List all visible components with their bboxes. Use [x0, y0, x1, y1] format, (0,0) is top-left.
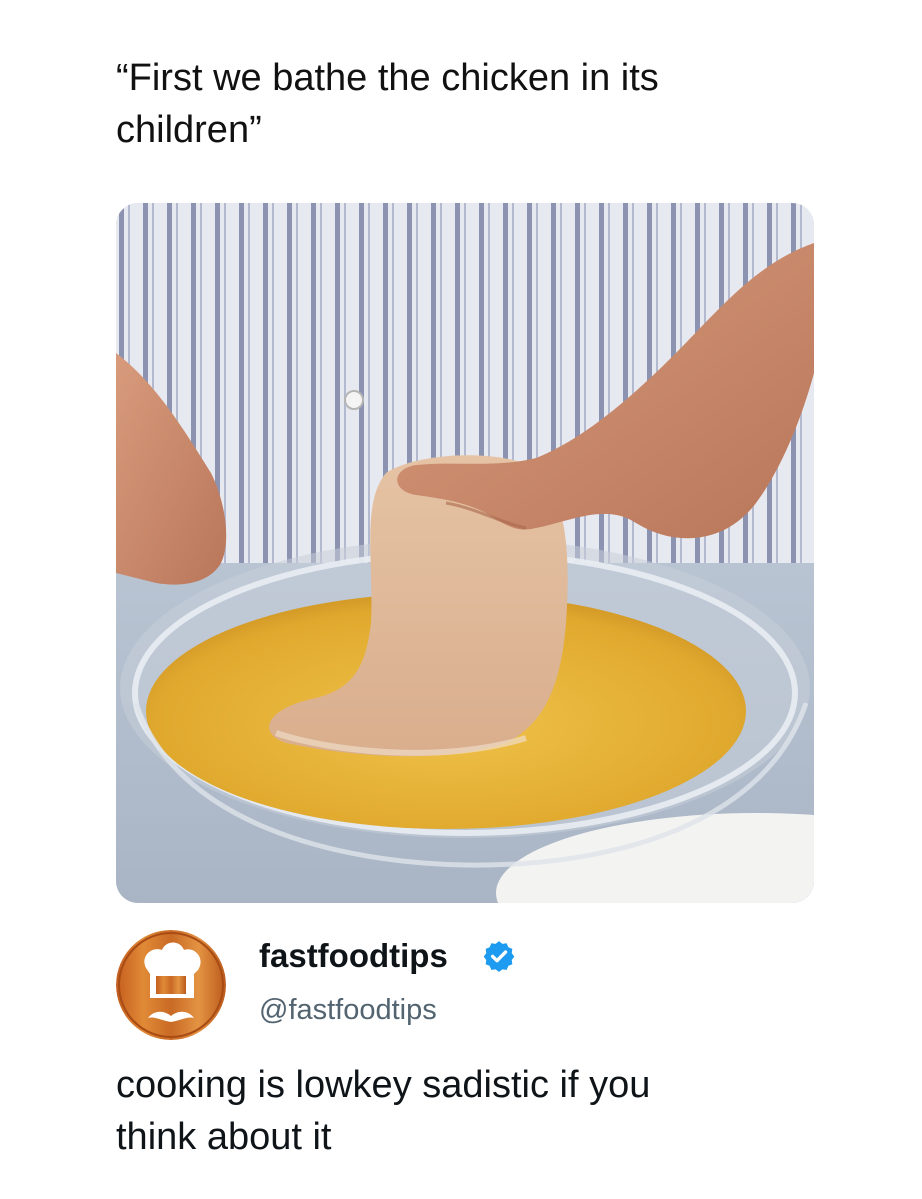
caption-line-2: children”	[116, 109, 262, 151]
caption-line-1: “First we bathe the chicken in its	[116, 57, 659, 99]
author-handle[interactable]: @fastfoodtips	[259, 990, 437, 1030]
tweet-text-line-2: think about it	[116, 1116, 332, 1158]
chicken-egg-wash-photo	[116, 203, 814, 903]
avatar[interactable]	[116, 930, 226, 1040]
tweet-author: fastfoodtips @fastfoodtips	[116, 930, 816, 1042]
tweet-photo[interactable]	[116, 203, 814, 903]
tweet-text-line-1: cooking is lowkey sadistic if you	[116, 1064, 651, 1106]
author-display-name[interactable]: fastfoodtips	[259, 934, 448, 978]
meme-caption: “First we bathe the chicken in its child…	[116, 52, 816, 156]
chef-hat-mustache-icon	[116, 930, 226, 1040]
verified-badge-icon	[483, 941, 515, 972]
tweet-text: cooking is lowkey sadistic if you think …	[116, 1059, 816, 1163]
